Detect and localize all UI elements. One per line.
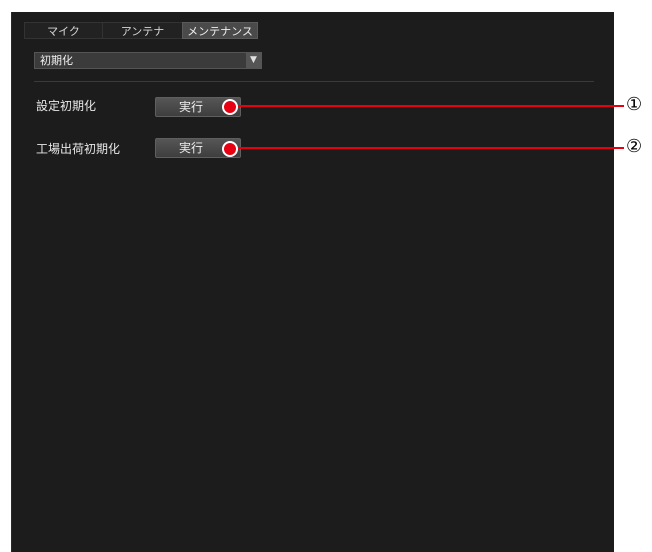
callout-dot-1 (222, 99, 238, 115)
settings-panel (11, 12, 614, 552)
factory-reset-label: 工場出荷初期化 (36, 142, 121, 156)
divider (34, 81, 594, 82)
chevron-down-icon[interactable]: ▼ (246, 53, 261, 68)
callout-dot-2 (222, 141, 238, 157)
callout-number-2: ② (626, 136, 643, 157)
callout-line-2 (232, 147, 624, 149)
tab-bar: マイク アンテナ メンテナンス (24, 22, 258, 39)
mode-select-value: 初期化 (40, 54, 73, 67)
tab-antenna[interactable]: アンテナ (102, 22, 182, 39)
callout-number-1: ① (626, 94, 643, 115)
callout-line-1 (232, 105, 624, 107)
tab-mic[interactable]: マイク (24, 22, 102, 39)
settings-reset-label: 設定初期化 (36, 99, 97, 113)
mode-select[interactable]: 初期化 ▼ (34, 52, 262, 69)
tab-maintenance[interactable]: メンテナンス (182, 22, 258, 39)
